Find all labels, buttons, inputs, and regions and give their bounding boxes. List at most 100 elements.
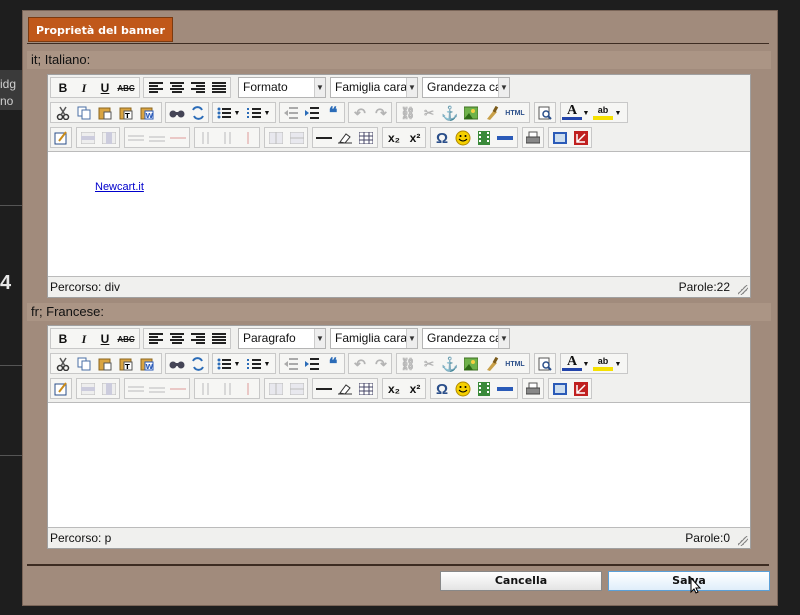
insert-col-after-icon[interactable] bbox=[217, 129, 237, 147]
find-icon[interactable] bbox=[167, 104, 187, 122]
align-right-icon[interactable] bbox=[188, 79, 208, 97]
chevron-down-icon[interactable]: ▼ bbox=[232, 355, 242, 373]
unlink-icon[interactable]: ✂ bbox=[419, 104, 439, 122]
align-center-icon[interactable] bbox=[167, 79, 187, 97]
bullet-list-icon[interactable] bbox=[214, 104, 234, 122]
chevron-down-icon[interactable]: ▼ bbox=[498, 78, 509, 97]
text-color-icon[interactable]: A bbox=[562, 354, 582, 371]
media-icon[interactable] bbox=[474, 129, 494, 147]
bold-icon[interactable]: B bbox=[53, 330, 73, 348]
table-row-icon[interactable] bbox=[99, 380, 119, 398]
delete-col-icon[interactable] bbox=[238, 380, 258, 398]
copy-icon[interactable] bbox=[74, 355, 94, 373]
font-size-select[interactable]: Grandezza car ▼ bbox=[422, 328, 510, 349]
emoticon-icon[interactable] bbox=[453, 129, 473, 147]
split-cells-icon[interactable] bbox=[266, 129, 286, 147]
undo-icon[interactable]: ↶ bbox=[350, 355, 370, 373]
resize-grip-icon[interactable] bbox=[738, 285, 748, 295]
insert-row-after-icon[interactable] bbox=[147, 380, 167, 398]
bold-icon[interactable]: B bbox=[53, 79, 73, 97]
underline-icon[interactable]: U bbox=[95, 79, 115, 97]
subscript-icon[interactable]: x₂ bbox=[384, 129, 404, 147]
preview-icon[interactable] bbox=[535, 355, 555, 373]
media-icon[interactable] bbox=[474, 380, 494, 398]
outdent-icon[interactable] bbox=[281, 104, 301, 122]
insert-col-before-icon[interactable] bbox=[196, 380, 216, 398]
editor-content-area[interactable]: Newcart.it bbox=[48, 151, 750, 277]
paste-word-icon[interactable]: W bbox=[137, 104, 157, 122]
align-left-icon[interactable] bbox=[146, 79, 166, 97]
anchor-icon[interactable]: ⚓ bbox=[440, 104, 460, 122]
numbered-list-icon[interactable] bbox=[244, 355, 264, 373]
image-icon[interactable] bbox=[461, 355, 481, 373]
underline-icon[interactable]: U bbox=[95, 330, 115, 348]
copy-icon[interactable] bbox=[74, 104, 94, 122]
style-props-icon[interactable] bbox=[51, 380, 71, 398]
fullscreen-icon[interactable] bbox=[550, 380, 570, 398]
replace-icon[interactable] bbox=[188, 355, 208, 373]
chevron-down-icon[interactable]: ▼ bbox=[262, 355, 272, 373]
merge-cells-icon[interactable] bbox=[287, 380, 307, 398]
redo-icon[interactable]: ↷ bbox=[371, 104, 391, 122]
link-icon[interactable]: ⛓ bbox=[398, 104, 418, 122]
indent-icon[interactable] bbox=[302, 355, 322, 373]
strikethrough-icon[interactable]: ABC bbox=[116, 79, 136, 97]
dialog-title-tab[interactable]: Proprietà del banner bbox=[28, 17, 173, 42]
fullscreen-icon[interactable] bbox=[550, 129, 570, 147]
indent-icon[interactable] bbox=[302, 104, 322, 122]
highlight-color-icon[interactable]: ab bbox=[593, 104, 613, 120]
preview-icon[interactable] bbox=[535, 104, 555, 122]
chevron-down-icon[interactable]: ▼ bbox=[581, 355, 591, 373]
split-cells-icon[interactable] bbox=[266, 380, 286, 398]
cleanup-icon[interactable] bbox=[482, 104, 502, 122]
chevron-down-icon[interactable]: ▼ bbox=[232, 104, 242, 122]
replace-icon[interactable] bbox=[188, 104, 208, 122]
redo-icon[interactable]: ↷ bbox=[371, 355, 391, 373]
table-cell-icon[interactable] bbox=[78, 129, 98, 147]
superscript-icon[interactable]: x² bbox=[405, 129, 425, 147]
table-cell-icon[interactable] bbox=[78, 380, 98, 398]
delete-col-icon[interactable] bbox=[238, 129, 258, 147]
paste-text-icon[interactable]: T bbox=[116, 355, 136, 373]
chevron-down-icon[interactable]: ▼ bbox=[262, 104, 272, 122]
chevron-down-icon[interactable]: ▼ bbox=[613, 355, 623, 373]
html-icon[interactable]: HTML bbox=[503, 104, 527, 122]
delete-row-icon[interactable] bbox=[168, 380, 188, 398]
paste-icon[interactable] bbox=[95, 355, 115, 373]
style-props-icon[interactable] bbox=[51, 129, 71, 147]
chevron-down-icon[interactable]: ▼ bbox=[498, 329, 509, 348]
chevron-down-icon[interactable]: ▼ bbox=[314, 78, 325, 97]
text-color-icon[interactable]: A bbox=[562, 103, 582, 120]
horizontal-rule-icon[interactable] bbox=[314, 129, 334, 147]
insert-row-before-icon[interactable] bbox=[126, 129, 146, 147]
paste-text-icon[interactable]: T bbox=[116, 104, 136, 122]
resize-grip-icon[interactable] bbox=[738, 536, 748, 546]
align-justify-icon[interactable] bbox=[209, 330, 229, 348]
insert-col-after-icon[interactable] bbox=[217, 380, 237, 398]
strikethrough-icon[interactable]: ABC bbox=[116, 330, 136, 348]
emoticon-icon[interactable] bbox=[453, 380, 473, 398]
chevron-down-icon[interactable]: ▼ bbox=[613, 104, 623, 122]
paste-icon[interactable] bbox=[95, 104, 115, 122]
format-select[interactable]: Paragrafo ▼ bbox=[238, 328, 326, 349]
superscript-icon[interactable]: x² bbox=[405, 380, 425, 398]
html-icon[interactable]: HTML bbox=[503, 355, 527, 373]
char-map-icon[interactable]: Ω bbox=[432, 380, 452, 398]
blockquote-icon[interactable]: ❝ bbox=[323, 355, 343, 373]
remove-format-icon[interactable] bbox=[335, 380, 355, 398]
remove-format-icon[interactable] bbox=[335, 129, 355, 147]
save-button[interactable]: Salva bbox=[608, 571, 770, 591]
print-icon[interactable] bbox=[523, 129, 543, 147]
align-left-icon[interactable] bbox=[146, 330, 166, 348]
visual-aid-icon[interactable] bbox=[356, 129, 376, 147]
bullet-list-icon[interactable] bbox=[214, 355, 234, 373]
find-icon[interactable] bbox=[167, 355, 187, 373]
cut-icon[interactable] bbox=[53, 355, 73, 373]
visual-aid-icon[interactable] bbox=[356, 380, 376, 398]
font-family-select[interactable]: Famiglia caratt ▼ bbox=[330, 77, 418, 98]
table-row-icon[interactable] bbox=[99, 129, 119, 147]
cut-icon[interactable] bbox=[53, 104, 73, 122]
chevron-down-icon[interactable]: ▼ bbox=[406, 78, 417, 97]
insert-col-before-icon[interactable] bbox=[196, 129, 216, 147]
anchor-icon[interactable]: ⚓ bbox=[440, 355, 460, 373]
